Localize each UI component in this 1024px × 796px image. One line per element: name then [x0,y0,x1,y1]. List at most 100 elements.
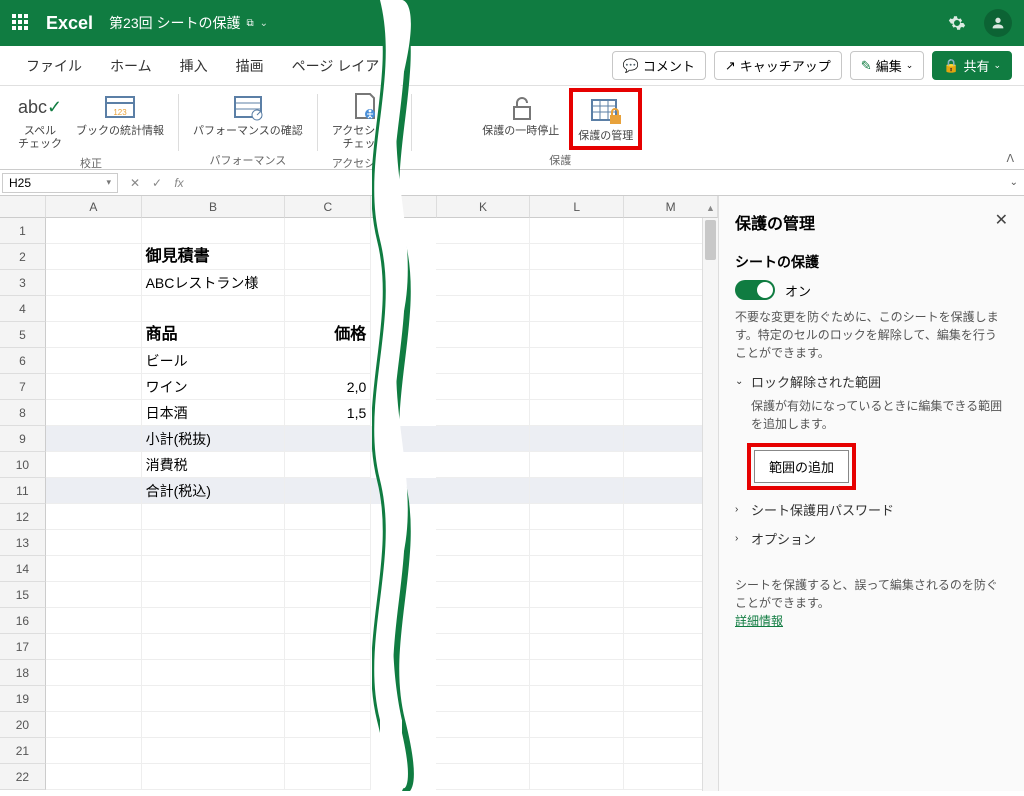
pause-protection-button[interactable]: 保護の一時停止 [478,88,563,150]
cell-B20[interactable] [142,712,285,738]
cell-L10[interactable] [530,452,624,478]
cell-B22[interactable] [142,764,285,790]
cell-A15[interactable] [46,582,142,608]
cell-A2[interactable] [46,244,142,270]
cell-C19[interactable] [285,686,371,712]
cell-A22[interactable] [46,764,142,790]
catchup-button[interactable]: ↗ キャッチアップ [714,51,842,80]
cell-C11[interactable] [285,478,371,504]
row-header[interactable]: 13 [0,530,46,556]
tab-insert[interactable]: 挿入 [166,46,222,85]
cell-B3[interactable]: ABCレストラン様 [142,270,285,296]
cell-C12[interactable] [285,504,371,530]
cell-A4[interactable] [46,296,142,322]
col-header-B[interactable]: B [142,196,286,218]
cell-A21[interactable] [46,738,142,764]
row-header[interactable]: 7 [0,374,46,400]
cell-B13[interactable] [142,530,285,556]
close-icon[interactable]: ✕ [995,210,1008,234]
cell-L18[interactable] [530,660,624,686]
cell-A1[interactable] [46,218,142,244]
cell-K15[interactable] [436,582,530,608]
row-header[interactable]: 1 [0,218,46,244]
row-header[interactable]: 6 [0,348,46,374]
row-header[interactable]: 16 [0,608,46,634]
row-header[interactable]: 22 [0,764,46,790]
cell-L11[interactable] [530,478,624,504]
cell-C22[interactable] [285,764,371,790]
row-header[interactable]: 2 [0,244,46,270]
cell-A12[interactable] [46,504,142,530]
cell-K6[interactable] [436,348,530,374]
cell-A20[interactable] [46,712,142,738]
row-header[interactable]: 8 [0,400,46,426]
row-header[interactable]: 9 [0,426,46,452]
cell-L7[interactable] [530,374,624,400]
learn-more-link[interactable]: 詳細情報 [735,612,1008,629]
cell-K7[interactable] [436,374,530,400]
cell-C16[interactable] [285,608,371,634]
cell-C1[interactable] [285,218,371,244]
tab-draw[interactable]: 描画 [222,46,278,85]
col-header-L[interactable]: L [530,196,624,218]
cell-K17[interactable] [436,634,530,660]
cell-B7[interactable]: ワイン [142,374,285,400]
edit-button[interactable]: ✎編集⌄ [850,51,924,80]
cell-K19[interactable] [436,686,530,712]
vertical-scrollbar[interactable] [702,218,718,791]
cell-A3[interactable] [46,270,142,296]
col-header-A[interactable]: A [46,196,142,218]
cell-K12[interactable] [436,504,530,530]
cell-L2[interactable] [530,244,624,270]
cell-C9[interactable] [285,426,371,452]
user-avatar[interactable] [984,9,1012,37]
row-header[interactable]: 18 [0,660,46,686]
cell-K22[interactable] [436,764,530,790]
cell-K13[interactable] [436,530,530,556]
cell-L8[interactable] [530,400,624,426]
cell-C21[interactable] [285,738,371,764]
cell-B19[interactable] [142,686,285,712]
spellcheck-button[interactable]: abc✓ スペル チェック [14,88,66,153]
row-header[interactable]: 11 [0,478,46,504]
name-box[interactable]: H25▾ [2,173,118,193]
comment-button[interactable]: 💬 コメント [612,51,706,80]
document-title[interactable]: 第23回 シートの保護 [109,13,240,33]
cell-K2[interactable] [436,244,530,270]
cell-L22[interactable] [530,764,624,790]
cell-A13[interactable] [46,530,142,556]
cell-L13[interactable] [530,530,624,556]
cell-L20[interactable] [530,712,624,738]
row-header[interactable]: 12 [0,504,46,530]
cell-L16[interactable] [530,608,624,634]
cell-B8[interactable]: 日本酒 [142,400,285,426]
cell-B21[interactable] [142,738,285,764]
cell-K10[interactable] [436,452,530,478]
cell-K1[interactable] [436,218,530,244]
cell-A19[interactable] [46,686,142,712]
tab-home[interactable]: ホーム [96,46,166,85]
cell-L9[interactable] [530,426,624,452]
cell-A18[interactable] [46,660,142,686]
cell-L21[interactable] [530,738,624,764]
tab-layout[interactable]: ページ レイア [278,46,394,85]
row-header[interactable]: 19 [0,686,46,712]
cell-B15[interactable] [142,582,285,608]
cell-B6[interactable]: ビール [142,348,285,374]
row-header[interactable]: 21 [0,738,46,764]
cell-K5[interactable] [436,322,530,348]
cell-C5[interactable]: 価格 [285,322,371,348]
worksheet[interactable]: A B C K L M 12御見積書3ABCレストラン様45商品価格6ビール7ワ… [0,196,718,791]
cell-C13[interactable] [285,530,371,556]
options-expander[interactable]: ›オプション [735,529,1008,548]
cell-K4[interactable] [436,296,530,322]
cell-C8[interactable]: 1,5 [285,400,371,426]
cell-A9[interactable] [46,426,142,452]
row-header[interactable]: 3 [0,270,46,296]
cell-B1[interactable] [142,218,285,244]
row-header[interactable]: 4 [0,296,46,322]
book-stats-button[interactable]: 123 ブックの統計情報 [72,88,168,153]
cell-B12[interactable] [142,504,285,530]
cell-L5[interactable] [530,322,624,348]
cell-A5[interactable] [46,322,142,348]
